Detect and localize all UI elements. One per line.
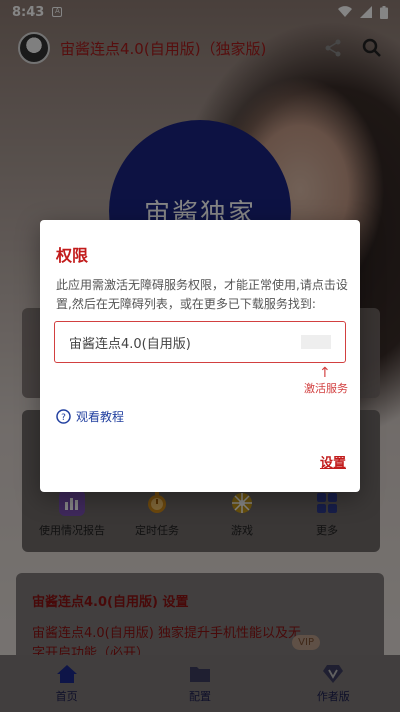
- dialog-title: 权限: [56, 246, 89, 265]
- permission-dialog: 权限 此应用需激活无障碍服务权限，才能正常使用,请点击设置,然后在无障碍列表，或…: [40, 220, 360, 492]
- toggle-placeholder: [301, 335, 331, 349]
- service-entry[interactable]: 宙酱连点4.0(自用版): [54, 321, 346, 363]
- service-name: 宙酱连点4.0(自用版): [69, 336, 191, 352]
- tutorial-link[interactable]: ? 观看教程: [56, 408, 124, 425]
- tutorial-label: 观看教程: [76, 410, 125, 424]
- svg-text:?: ?: [61, 413, 66, 423]
- help-icon: ?: [56, 409, 71, 424]
- arrow-up-icon: ↑: [319, 365, 331, 381]
- settings-button[interactable]: 设置: [320, 452, 346, 471]
- dialog-message: 此应用需激活无障碍服务权限，才能正常使用,请点击设置,然后在无障碍列表，或在更多…: [56, 278, 348, 311]
- activate-service-hint: 激活服务: [304, 382, 348, 395]
